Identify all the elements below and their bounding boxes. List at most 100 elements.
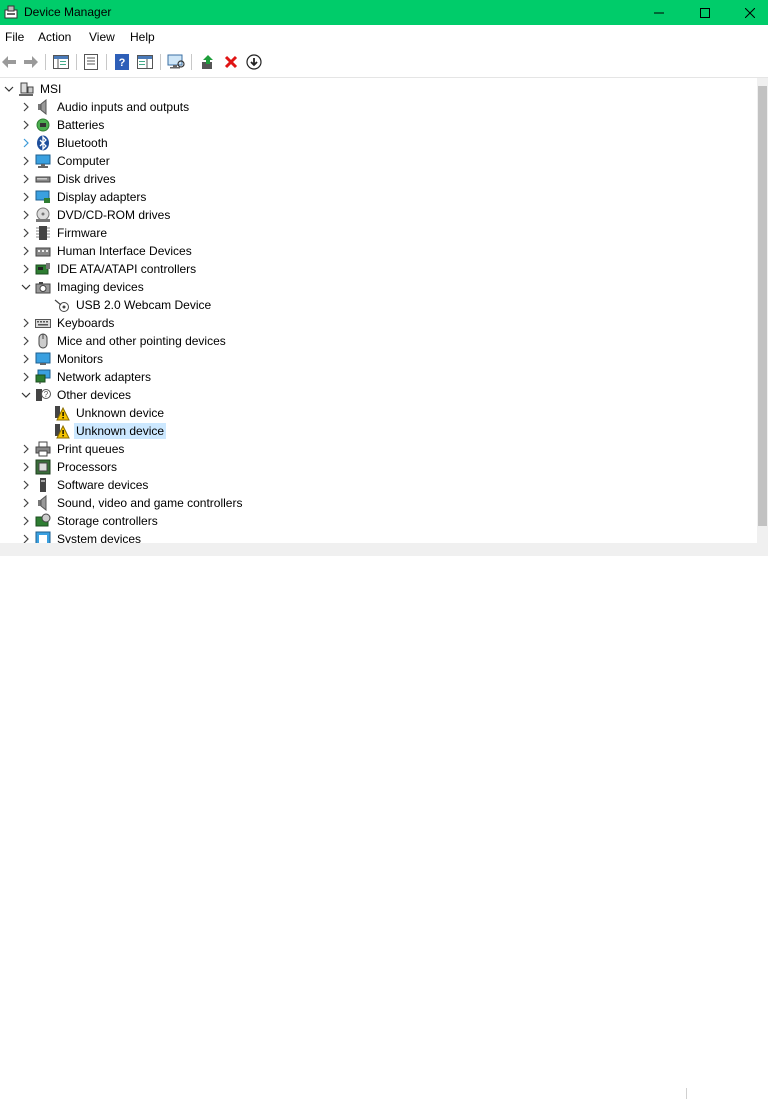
close-icon bbox=[745, 7, 755, 18]
tree-item-audio[interactable]: Audio inputs and outputs bbox=[19, 98, 191, 116]
chevron-right-icon[interactable] bbox=[19, 152, 33, 170]
chevron-right-icon[interactable] bbox=[19, 224, 33, 242]
tree-item-label: Print queues bbox=[57, 442, 125, 456]
title-bar: Device Manager bbox=[0, 0, 768, 25]
tree-item-label: Firmware bbox=[57, 226, 107, 240]
update-driver-icon[interactable] bbox=[199, 53, 217, 71]
tree-item-label: Unknown device bbox=[74, 423, 167, 439]
tree-item-label: Imaging devices bbox=[57, 280, 144, 294]
tree-item-label: Computer bbox=[57, 154, 110, 168]
uninstall-device-icon[interactable] bbox=[222, 53, 240, 71]
tree-item-other-devices[interactable]: ? Other devices bbox=[19, 386, 133, 404]
window-title: Device Manager bbox=[24, 5, 112, 19]
tree-item-firmware[interactable]: Firmware bbox=[19, 224, 109, 242]
tree-item-hid[interactable]: Human Interface Devices bbox=[19, 242, 194, 260]
tree-child-webcam[interactable]: USB 2.0 Webcam Device bbox=[38, 296, 213, 314]
chevron-right-icon[interactable] bbox=[19, 206, 33, 224]
help-icon[interactable]: ? bbox=[113, 53, 131, 71]
tree-root[interactable]: MSI bbox=[2, 80, 63, 98]
maximize-button[interactable] bbox=[682, 0, 728, 25]
camera-icon bbox=[35, 279, 51, 295]
tree-item-computer[interactable]: Computer bbox=[19, 152, 112, 170]
chevron-right-icon[interactable] bbox=[19, 170, 33, 188]
status-bar bbox=[0, 543, 768, 1099]
tree-item-ide-controllers[interactable]: IDE ATA/ATAPI controllers bbox=[19, 260, 198, 278]
speaker-icon bbox=[35, 99, 51, 115]
chevron-right-icon[interactable] bbox=[19, 260, 33, 278]
tree-item-print-queues[interactable]: Print queues bbox=[19, 440, 126, 458]
computer-root-icon bbox=[18, 81, 34, 97]
webcam-icon bbox=[54, 297, 70, 313]
menu-view[interactable]: View bbox=[89, 30, 115, 44]
chevron-right-icon[interactable] bbox=[19, 476, 33, 494]
forward-arrow-icon[interactable] bbox=[22, 53, 40, 71]
menu-file[interactable]: File bbox=[5, 30, 24, 44]
close-button[interactable] bbox=[727, 0, 768, 25]
chevron-right-icon[interactable] bbox=[19, 440, 33, 458]
tree-child-unknown-device-1[interactable]: Unknown device bbox=[38, 404, 166, 422]
tree-item-monitors[interactable]: Monitors bbox=[19, 350, 105, 368]
tree-item-label: System devices bbox=[57, 532, 142, 543]
display-adapter-icon bbox=[35, 189, 51, 205]
menu-action[interactable]: Action bbox=[38, 30, 71, 44]
tree-item-keyboards[interactable]: Keyboards bbox=[19, 314, 116, 332]
tree-root-label: MSI bbox=[40, 82, 62, 96]
tree-item-display-adapters[interactable]: Display adapters bbox=[19, 188, 148, 206]
vertical-scrollbar[interactable] bbox=[757, 78, 768, 543]
chevron-right-icon[interactable] bbox=[19, 242, 33, 260]
tree-item-mice[interactable]: Mice and other pointing devices bbox=[19, 332, 228, 350]
chevron-down-icon[interactable] bbox=[19, 386, 33, 404]
device-manager-icon[interactable] bbox=[4, 5, 18, 19]
back-arrow-icon[interactable] bbox=[0, 53, 18, 71]
tree-item-network-adapters[interactable]: Network adapters bbox=[19, 368, 153, 386]
tree-item-processors[interactable]: Processors bbox=[19, 458, 119, 476]
monitor-icon bbox=[35, 351, 51, 367]
tree-item-label: Batteries bbox=[57, 118, 105, 132]
chevron-right-icon[interactable] bbox=[19, 368, 33, 386]
menu-help[interactable]: Help bbox=[130, 30, 155, 44]
warning-device-icon bbox=[54, 423, 70, 439]
tree-item-sound-controllers[interactable]: Sound, video and game controllers bbox=[19, 494, 244, 512]
tree-item-dvd-drives[interactable]: DVD/CD-ROM drives bbox=[19, 206, 172, 224]
minimize-button[interactable] bbox=[636, 0, 682, 25]
chevron-right-icon[interactable] bbox=[19, 350, 33, 368]
hid-icon bbox=[35, 243, 51, 259]
chevron-down-icon[interactable] bbox=[19, 278, 33, 296]
chevron-right-icon[interactable] bbox=[19, 116, 33, 134]
chevron-right-icon[interactable] bbox=[19, 98, 33, 116]
disk-drive-icon bbox=[35, 171, 51, 187]
tree-item-label: Storage controllers bbox=[57, 514, 158, 528]
tree-item-bluetooth[interactable]: Bluetooth bbox=[19, 134, 110, 152]
tree-child-unknown-device-2[interactable]: Unknown device bbox=[38, 422, 167, 440]
chevron-right-icon[interactable] bbox=[19, 188, 33, 206]
tree-item-batteries[interactable]: Batteries bbox=[19, 116, 106, 134]
tree-item-label: Unknown device bbox=[76, 406, 165, 420]
scrollbar-thumb[interactable] bbox=[758, 86, 767, 526]
firmware-icon bbox=[35, 225, 51, 241]
chevron-right-icon[interactable] bbox=[19, 530, 33, 543]
tree-item-software-devices[interactable]: Software devices bbox=[19, 476, 150, 494]
properties-icon[interactable] bbox=[82, 53, 100, 71]
bluetooth-icon bbox=[35, 135, 51, 151]
chevron-right-icon[interactable] bbox=[19, 314, 33, 332]
action-pane-icon[interactable] bbox=[136, 53, 154, 71]
disable-device-icon[interactable] bbox=[245, 53, 263, 71]
scan-hardware-icon[interactable] bbox=[167, 53, 185, 71]
tree-item-storage-controllers[interactable]: Storage controllers bbox=[19, 512, 160, 530]
tree-item-disk-drives[interactable]: Disk drives bbox=[19, 170, 118, 188]
tree-item-label: Bluetooth bbox=[57, 136, 108, 150]
sound-controller-icon bbox=[35, 495, 51, 511]
chevron-down-icon[interactable] bbox=[2, 80, 16, 98]
tree-item-imaging-devices[interactable]: Imaging devices bbox=[19, 278, 146, 296]
chevron-right-icon[interactable] bbox=[19, 512, 33, 530]
tree-item-label: Network adapters bbox=[57, 370, 152, 384]
chevron-right-icon[interactable] bbox=[19, 332, 33, 350]
chevron-right-icon[interactable] bbox=[19, 134, 33, 152]
chevron-right-icon[interactable] bbox=[19, 458, 33, 476]
svg-text:?: ? bbox=[44, 390, 49, 399]
storage-controller-icon bbox=[35, 513, 51, 529]
tree-item-system-devices[interactable]: System devices bbox=[19, 530, 143, 543]
maximize-icon bbox=[700, 7, 710, 18]
show-hide-console-tree-icon[interactable] bbox=[52, 53, 70, 71]
chevron-right-icon[interactable] bbox=[19, 494, 33, 512]
